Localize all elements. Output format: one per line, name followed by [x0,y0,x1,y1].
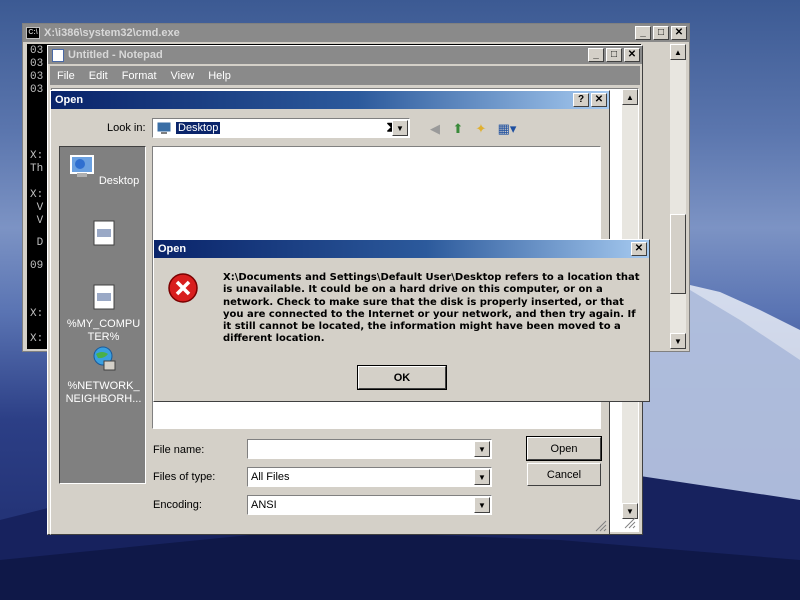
console-line: 03 [30,58,44,70]
console-line: V [30,215,44,227]
look-in-label: Look in: [107,122,146,134]
console-line: 03 [30,71,44,83]
notepad-title-bar[interactable]: Untitled - Notepad _ □ ✕ [48,46,642,64]
notepad-title: Untitled - Notepad [68,49,163,61]
error-icon [168,273,198,303]
places-bar: Desktop %MY_COMPUTER% %NETWORK_NEIGHBORH… [59,146,146,484]
look-in-value: Desktop [176,122,221,134]
cmd-title: X:\i386\system32\cmd.exe [44,27,180,39]
chevron-down-icon[interactable]: ▼ [392,120,408,136]
error-dialog[interactable]: Open ✕ X:\Documents and Settings\Default… [153,239,650,402]
cmd-app-icon: C:\ [26,27,40,39]
file-name-label: File name: [153,444,205,456]
encoding-label: Encoding: [153,499,202,511]
error-message: X:\Documents and Settings\Default User\D… [223,272,640,345]
place-desktop[interactable]: Desktop [60,153,147,188]
cmd-maximize-button[interactable]: □ [653,26,669,40]
my-computer-icon [93,284,114,310]
console-line: X: [30,189,44,201]
open-dialog-title: Open [55,94,84,106]
cmd-title-bar[interactable]: C:\ X:\i386\system32\cmd.exe _ □ ✕ [23,24,689,42]
back-icon[interactable]: ◀ [427,121,443,137]
console-line: X: [30,308,44,320]
notepad-maximize-button[interactable]: □ [606,48,622,62]
menu-format[interactable]: Format [115,70,164,82]
place-documents[interactable] [60,219,147,254]
place-network[interactable]: %NETWORK_NEIGHBORH... [60,345,147,406]
chevron-down-icon[interactable]: ▼ [474,469,490,485]
error-dialog-close-button[interactable]: ✕ [631,242,647,256]
cmd-scrollbar[interactable]: ▲ ▼ [670,44,686,349]
place-my-computer[interactable]: %MY_COMPUTER% [60,283,147,344]
resize-grip-icon[interactable] [595,520,607,532]
console-line: 03 [30,45,44,57]
resize-grip-icon[interactable] [624,517,636,529]
chevron-down-icon[interactable]: ▼ [474,497,490,513]
console-line: 03 [30,84,44,96]
view-menu-icon[interactable]: ▦▾ [496,121,518,137]
encoding-select[interactable]: ANSI ▼ [247,495,492,515]
desktop-small-icon [156,121,172,134]
notepad-app-icon [52,48,64,62]
notepad-minimize-button[interactable]: _ [588,48,604,62]
console-line: 09 [30,260,44,272]
error-dialog-title: Open [158,243,187,255]
console-line: V [30,202,44,214]
console-line: D [30,237,44,249]
console-line: X: [30,333,44,345]
console-line: Th [30,163,44,175]
open-dialog-title-bar[interactable]: Open ? ✕ [51,91,609,109]
menu-file[interactable]: File [50,70,82,82]
file-type-label: Files of type: [153,471,216,483]
new-folder-icon[interactable]: ✦ [473,121,489,137]
scroll-up-arrow-icon[interactable]: ▲ [670,44,686,60]
ok-button[interactable]: OK [357,365,447,390]
open-dialog-close-button[interactable]: ✕ [591,93,607,107]
menu-help[interactable]: Help [201,70,238,82]
cancel-button[interactable]: Cancel [527,463,601,486]
file-name-input[interactable]: ▼ [247,439,492,459]
place-label: %MY_COMPUTER% [66,318,141,343]
notepad-close-button[interactable]: ✕ [624,48,640,62]
place-label: %NETWORK_NEIGHBORH... [65,380,142,405]
menu-view[interactable]: View [164,70,202,82]
network-icon [93,346,115,371]
document-icon [93,220,114,246]
help-button[interactable]: ? [573,93,589,107]
chevron-down-icon[interactable]: ▼ [474,441,490,457]
place-label: Desktop [98,175,140,187]
cmd-close-button[interactable]: ✕ [671,26,687,40]
file-type-value: All Files [251,471,290,483]
encoding-value: ANSI [251,499,277,511]
look-in-combo[interactable]: Desktop ⧗ ▼ [152,118,410,138]
console-line: X: [30,150,44,162]
error-dialog-title-bar[interactable]: Open ✕ [154,240,649,258]
cmd-minimize-button[interactable]: _ [635,26,651,40]
open-button[interactable]: Open [526,436,602,461]
up-folder-icon[interactable]: ⬆ [450,121,466,137]
scroll-down-arrow-icon[interactable]: ▼ [670,333,686,349]
menu-edit[interactable]: Edit [82,70,115,82]
notepad-menu-bar: File Edit Format View Help [50,66,640,85]
file-type-select[interactable]: All Files ▼ [247,467,492,487]
scroll-up-arrow-icon[interactable]: ▲ [622,89,638,105]
desktop-icon [69,155,94,177]
scroll-thumb[interactable] [670,214,686,294]
